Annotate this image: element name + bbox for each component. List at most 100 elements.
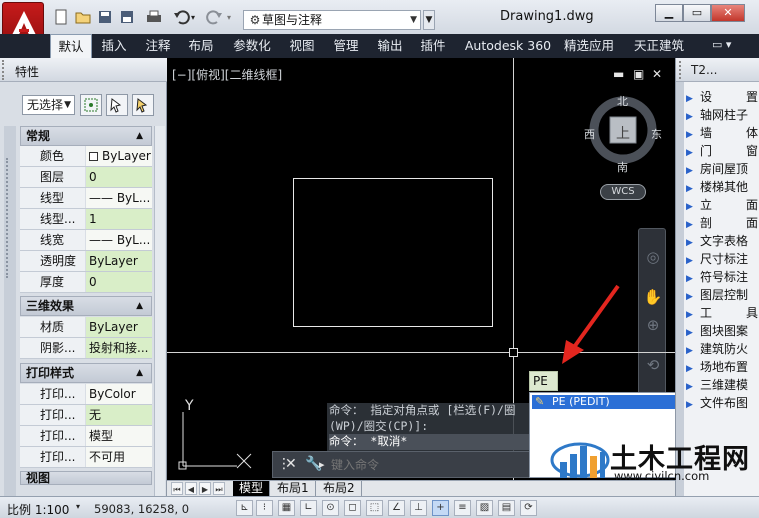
tool-palette-item[interactable]: ▶ 三维建模 (686, 376, 759, 394)
ribbon-display-options-icon[interactable]: ▭ ▾ (712, 38, 740, 53)
drawn-rectangle[interactable] (293, 178, 493, 327)
first-layout-icon[interactable]: ⏮ (171, 482, 183, 495)
dynamic-ucs-icon[interactable]: ⊥ (410, 500, 427, 516)
selection-dropdown[interactable]: 无选择 ▼ (22, 95, 75, 115)
property-row[interactable]: 打印... 不可用 (20, 447, 152, 468)
palette-grip[interactable] (679, 61, 685, 79)
property-value[interactable]: 模型 (86, 426, 152, 446)
tool-palette-item[interactable]: ▶ 图块图案 (686, 322, 759, 340)
property-row[interactable]: 线型 —— ByL... (20, 188, 152, 209)
dynamic-input-icon[interactable]: + (432, 500, 449, 516)
viewport-minimize-icon[interactable]: ▬ (613, 67, 624, 81)
tool-palette-item[interactable]: ▶ 门 窗 (686, 142, 759, 160)
property-row[interactable]: 阴影... 投射和接... (20, 338, 152, 359)
viewport-maximize-icon[interactable]: ▣ (633, 67, 644, 81)
tab-parametric[interactable]: 参数化 (227, 34, 277, 58)
tool-palette-item[interactable]: ▶ 文件布图 (686, 394, 759, 412)
property-value[interactable]: —— ByL... (86, 188, 152, 208)
tab-autodesk-360[interactable]: Autodesk 360 (461, 34, 555, 58)
property-row[interactable]: 线宽 —— ByL... (20, 230, 152, 251)
section-general[interactable]: 常规 ▲ (20, 126, 152, 146)
properties-scrollbar[interactable] (154, 126, 165, 498)
quick-select-button[interactable] (132, 94, 154, 116)
property-row[interactable]: 图层 0 (20, 167, 152, 188)
tab-model[interactable]: 模型 (233, 481, 271, 496)
palette-side-grip[interactable] (6, 158, 12, 278)
tab-layout1[interactable]: 布局1 (271, 481, 316, 496)
close-command-icon[interactable]: ✕ (285, 456, 297, 472)
property-value[interactable]: —— ByL... (86, 230, 152, 250)
snap-mode-icon[interactable]: ⁝ (256, 500, 273, 516)
tool-palette-item[interactable]: ▶ 图层控制 (686, 286, 759, 304)
property-value[interactable]: 无 (86, 405, 152, 425)
wcs-menu[interactable]: WCS (600, 184, 646, 200)
viewport-close-icon[interactable]: ✕ (652, 67, 662, 81)
property-value[interactable]: 0 (86, 167, 152, 187)
tool-palette-item[interactable]: ▶ 尺寸标注 (686, 250, 759, 268)
tool-palette-item[interactable]: ▶ 建筑防火 (686, 340, 759, 358)
tab-layout[interactable]: 布局 (183, 34, 219, 58)
steering-wheel-icon[interactable]: ◎ (643, 247, 663, 267)
tool-palette-item[interactable]: ▶ 符号标注 (686, 268, 759, 286)
tool-palette-item[interactable]: ▶ 工 具 (686, 304, 759, 322)
property-value[interactable]: 不可用 (86, 447, 152, 467)
selection-cycling-icon[interactable]: ⟳ (520, 500, 537, 516)
property-row[interactable]: 打印... 无 (20, 405, 152, 426)
tab-featured-apps[interactable]: 精选应用 (561, 34, 617, 58)
section-3d-effects[interactable]: 三维效果 ▲ (20, 296, 152, 316)
save-icon[interactable] (96, 8, 114, 26)
last-layout-icon[interactable]: ⏭ (213, 482, 225, 495)
tool-palette-item[interactable]: ▶ 轴网柱子 (686, 106, 759, 124)
property-row[interactable]: 打印... ByColor (20, 384, 152, 405)
save-as-icon[interactable] (118, 8, 136, 26)
property-row[interactable]: 线型... 1 (20, 209, 152, 230)
tool-palette-item[interactable]: ▶ 场地布置 (686, 358, 759, 376)
object-snap-tracking-icon[interactable]: ∠ (388, 500, 405, 516)
toggle-pickadd-button[interactable] (80, 94, 102, 116)
undo-icon[interactable] (172, 8, 190, 26)
command-input[interactable] (331, 456, 521, 474)
grid-display-icon[interactable]: ▦ (278, 500, 295, 516)
minimize-button[interactable]: ▁ (655, 4, 683, 22)
tab-plugins[interactable]: 插件 (415, 34, 451, 58)
tool-palette-item[interactable]: ▶ 立 面 (686, 196, 759, 214)
restore-button[interactable]: ▭ (683, 4, 711, 22)
open-folder-icon[interactable] (74, 8, 92, 26)
transparency-icon[interactable]: ▨ (476, 500, 493, 516)
command-suggestion-item[interactable]: ✎ PE (PEDIT) (532, 395, 688, 409)
pan-hand-icon[interactable]: ✋ (643, 287, 663, 307)
object-snap-icon[interactable]: ◻ (344, 500, 361, 516)
print-icon[interactable] (145, 8, 163, 26)
palette-grip[interactable] (2, 60, 10, 80)
orbit-icon[interactable]: ⟲ (643, 355, 663, 375)
tab-insert[interactable]: 插入 (96, 34, 132, 58)
3d-object-snap-icon[interactable]: ⬚ (366, 500, 383, 516)
customize-quick-access-button[interactable]: ▼ (423, 10, 435, 30)
compass-north[interactable]: 北 (617, 93, 628, 109)
tab-layout2[interactable]: 布局2 (317, 481, 362, 496)
tool-palette-item[interactable]: ▶ 剖 面 (686, 214, 759, 232)
lineweight-icon[interactable]: ≡ (454, 500, 471, 516)
section-plot-style[interactable]: 打印样式 ▲ (20, 363, 152, 383)
tool-palette-item[interactable]: ▶ 墙 体 (686, 124, 759, 142)
undo-dropdown-icon[interactable]: ▾ (191, 13, 195, 22)
compass-south[interactable]: 南 (617, 159, 628, 175)
compass-east[interactable]: 东 (651, 126, 662, 142)
section-view[interactable]: 视图 (20, 471, 152, 485)
property-value[interactable]: 0 (86, 272, 152, 292)
property-value[interactable]: ByColor (86, 384, 152, 404)
viewcube-top-face[interactable]: 上 (616, 123, 630, 143)
tool-palette-item[interactable]: ▶ 设 置 (686, 88, 759, 106)
tab-view[interactable]: 视图 (284, 34, 320, 58)
workspace-select[interactable]: ⚙ 草图与注释 ▼ (243, 10, 421, 30)
tab-annotate[interactable]: 注释 (140, 34, 176, 58)
previous-layout-icon[interactable]: ◀ (185, 482, 197, 495)
quick-properties-icon[interactable]: ▤ (498, 500, 515, 516)
property-row[interactable]: 打印... 模型 (20, 426, 152, 447)
compass-west[interactable]: 西 (584, 126, 595, 142)
redo-dropdown-icon[interactable]: ▾ (227, 13, 231, 22)
property-row[interactable]: 厚度 0 (20, 272, 152, 293)
tool-palette-item[interactable]: ▶ 房间屋顶 (686, 160, 759, 178)
select-objects-button[interactable] (106, 94, 128, 116)
tab-tangent-architecture[interactable]: 天正建筑 (628, 34, 690, 58)
